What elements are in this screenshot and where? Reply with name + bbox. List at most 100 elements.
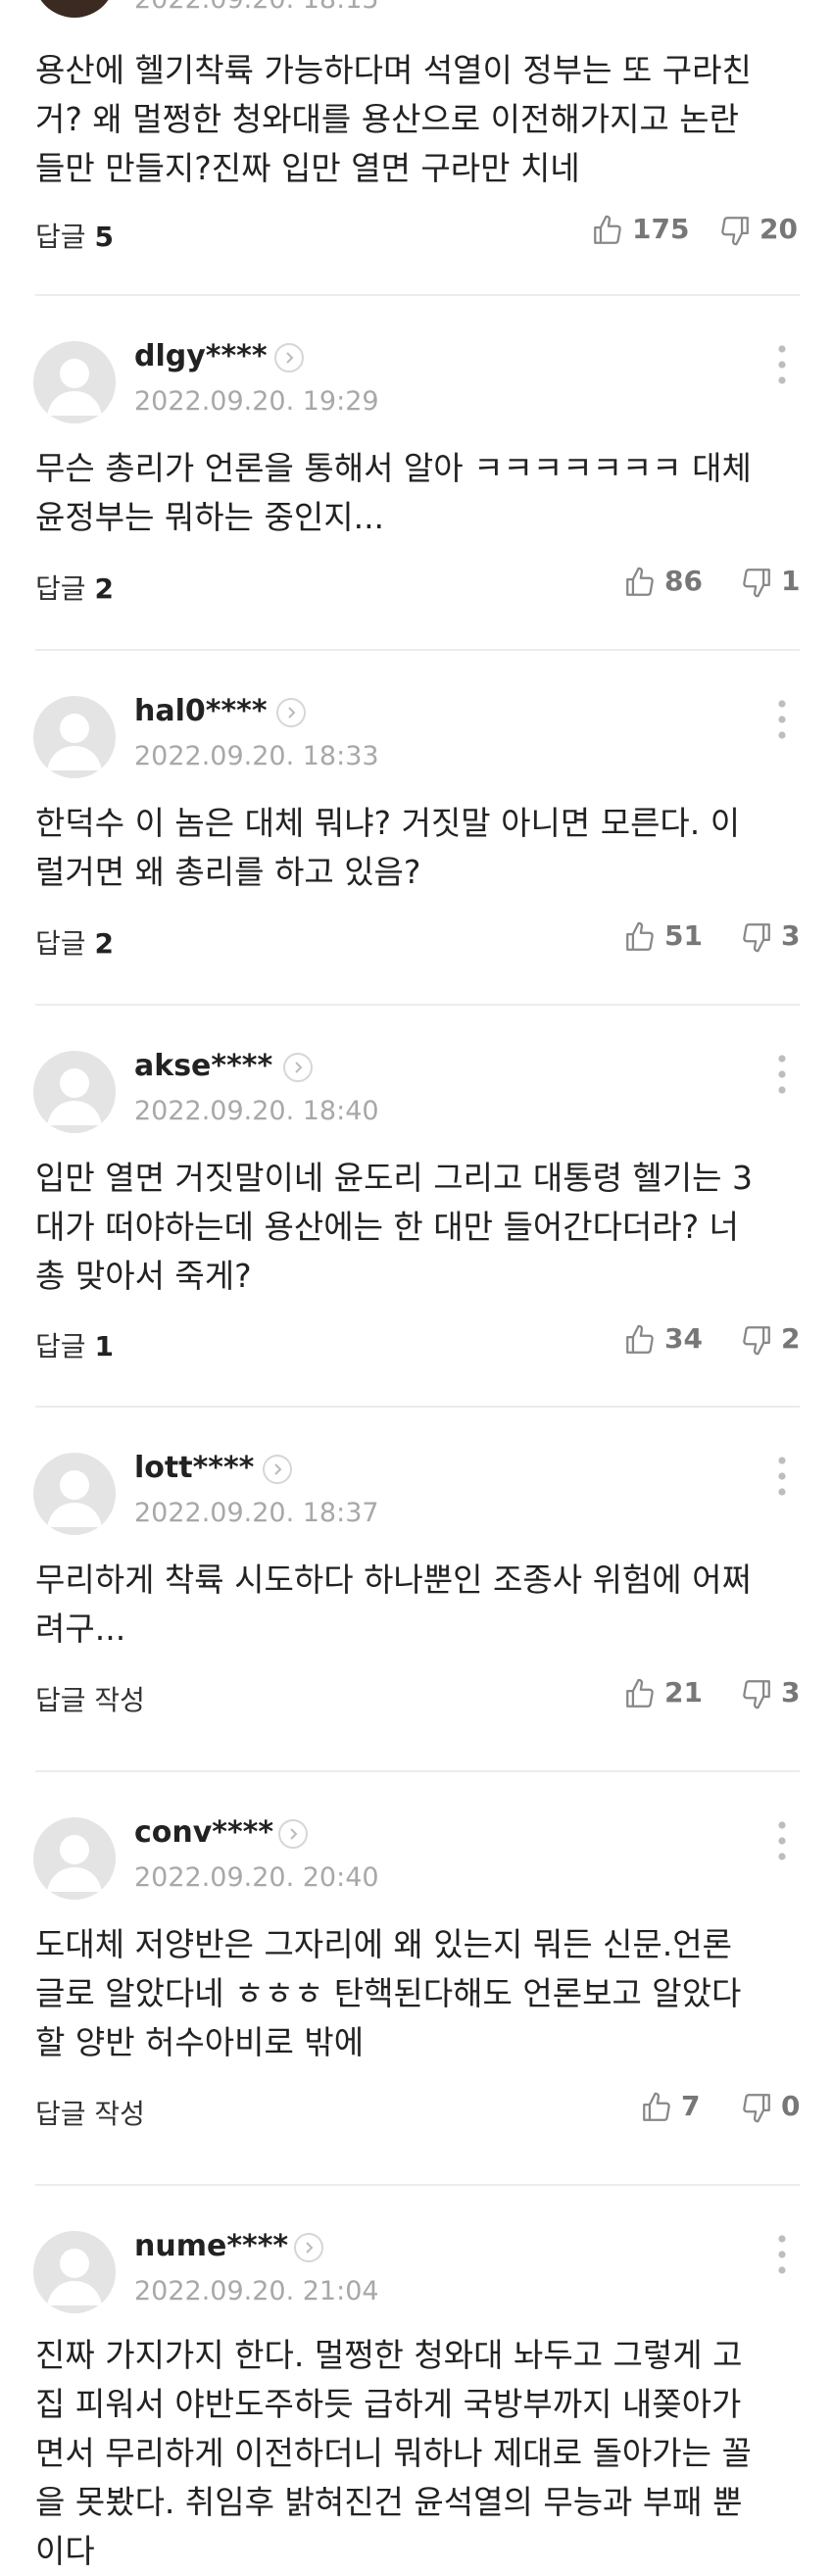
thumbs-down-icon [743,2094,770,2123]
dislike-button[interactable]: 20 [718,213,807,247]
profile-link-button[interactable] [274,343,304,372]
chevron-right-icon [288,707,296,718]
dislike-button[interactable]: 0 [740,2090,800,2124]
dislike-count: 3 [781,1676,801,1709]
like-button[interactable]: 86 [623,565,703,599]
default-avatar-icon [47,2249,102,2305]
comment-text-line: 할 양반 허수아비로 밖에 [35,2023,365,2061]
comment-item: dlgy**** 2022.09.20. 19:29 무슨 총리가 언론을 통해… [0,294,833,649]
comment-text: 무슨 총리가 언론을 통해서 알아 ㅋㅋㅋㅋㅋㅋㅋ 대체 윤정부는 뭐하는 중인… [35,444,790,542]
like-button[interactable]: 34 [623,1322,703,1357]
reply-label: 답글 [35,1330,86,1362]
chevron-right-icon [306,2242,314,2254]
comment-text-line: 용산에 헬기착륙 가능하다며 석열이 정부는 또 구라친 [35,51,752,89]
more-options-button[interactable] [774,1817,790,1866]
thumbs-down-icon [743,1326,770,1356]
avatar[interactable] [33,1817,116,1900]
reply-button[interactable]: 답글 1 [35,1325,114,1364]
comment-text-line: 면서 무리하게 이전하더니 뭐하나 제대로 돌아가는 꼴 [35,2434,752,2472]
thumbs-down-icon [743,1680,770,1709]
comment-text-line: 도대체 저양반은 그자리에 왜 있는지 뭐든 신문.언론 [35,1925,732,1963]
more-options-button[interactable] [774,1051,790,1100]
dislike-button[interactable]: 3 [740,919,800,954]
reply-button[interactable]: 답글 2 [35,568,114,607]
comment-text: 한덕수 이 놈은 대체 뭐냐? 거짓말 아니면 모른다. 이 럴거면 왜 총리를… [35,799,790,897]
like-count: 21 [664,1676,703,1709]
avatar[interactable] [33,1051,116,1133]
like-button[interactable]: 7 [640,2090,709,2124]
thumbs-up-icon [626,567,654,596]
more-options-button[interactable] [774,2231,790,2280]
comment-text-line: 려구... [35,1610,126,1648]
comment-date: 2022.09.20. 18:37 [134,1498,379,1528]
like-count: 175 [632,213,690,245]
more-vertical-icon [778,2235,786,2274]
thumbs-up-icon [626,1678,654,1708]
comment-text-line: 글로 알았다네 ㅎㅎㅎ 탄핵된다해도 언론보고 알았다 [35,1974,742,2012]
avatar[interactable] [33,0,116,18]
like-button[interactable]: 51 [623,919,703,954]
profile-link-button[interactable] [294,2233,323,2262]
profile-link-button[interactable] [276,698,306,727]
comment-text: 무리하게 착륙 시도하다 하나뿐인 조종사 위험에 어쩌 려구... [35,1556,790,1654]
more-options-button[interactable] [774,1453,790,1502]
username[interactable]: hal0**** [134,694,268,728]
avatar[interactable] [33,1453,116,1535]
comment-text-line: 무슨 총리가 언론을 통해서 알아 ㅋㅋㅋㅋㅋㅋㅋ 대체 [35,449,752,487]
default-avatar-icon [47,359,102,416]
more-options-button[interactable] [774,341,790,390]
comment-date: 2022.09.20. 21:04 [134,2276,379,2306]
default-avatar-icon [47,1470,102,1527]
username[interactable]: conv**** [134,1815,273,1850]
comment-text-line: 윤정부는 뭐하는 중인지... [35,498,385,536]
avatar[interactable] [33,696,116,778]
more-options-button[interactable] [774,696,790,745]
more-vertical-icon [778,1055,786,1094]
comment-date: 2022.09.20. 18:40 [134,1096,379,1126]
default-avatar-icon [47,1835,102,1892]
dislike-count: 2 [781,1322,801,1355]
comment-text-line: 진짜 가지가지 한다. 멀쩡한 청와대 놔두고 그렇게 고 [35,2336,743,2374]
comment-text-line: 럴거면 왜 총리를 하고 있음? [35,853,421,891]
reply-label: 답글 [35,572,86,605]
username[interactable]: dlgy**** [134,339,268,373]
dislike-button[interactable]: 3 [740,1676,801,1710]
reply-count: 1 [94,1330,114,1362]
avatar[interactable] [33,341,116,423]
comment-item: akse**** 2022.09.20. 18:40 입만 열면 거짓말이네 윤… [0,1004,833,1406]
comment-date: 2022.09.20. 18:15 [134,0,379,15]
username[interactable]: akse**** [134,1049,272,1083]
comment-item: conv**** 2022.09.20. 20:40 도대체 저양반은 그자리에… [0,1770,833,2184]
comment-date: 2022.09.20. 19:29 [134,386,379,417]
reply-write-button[interactable]: 답글 작성 [35,2093,145,2132]
like-count: 51 [664,919,703,952]
comment-text-line: 무리하게 착륙 시도하다 하나뿐인 조종사 위험에 어쩌 [35,1560,752,1599]
comment-text-line: 입만 열면 거짓말이네 윤도리 그리고 대통령 헬기는 3 [35,1159,753,1197]
like-button[interactable]: 21 [623,1676,703,1710]
profile-link-button[interactable] [283,1053,313,1082]
comment-text: 도대체 저양반은 그자리에 왜 있는지 뭐든 신문.언론 글로 알았다네 ㅎㅎㅎ… [35,1920,790,2067]
dislike-button[interactable]: 1 [740,565,800,599]
dislike-button[interactable]: 2 [740,1322,801,1357]
username[interactable]: nume**** [134,2229,288,2263]
reply-button[interactable]: 답글 2 [35,922,114,962]
avatar[interactable] [33,2231,116,2313]
dislike-count: 20 [760,213,798,245]
more-vertical-icon [778,1457,786,1496]
reply-write-button[interactable]: 답글 작성 [35,1679,145,1718]
profile-link-button[interactable] [278,1819,308,1849]
more-vertical-icon [778,700,786,739]
thumbs-up-icon [626,1324,654,1354]
reply-count: 2 [94,572,114,605]
username[interactable]: lott**** [134,1451,254,1485]
reply-count: 2 [94,927,114,960]
profile-link-button[interactable] [263,1455,292,1484]
reply-button[interactable]: 답글 5 [35,216,114,255]
thumbs-down-icon [743,569,770,598]
reply-label: 답글 [35,927,86,960]
comment-date: 2022.09.20. 18:33 [134,741,379,771]
like-count: 7 [681,2090,701,2122]
like-button[interactable]: 175 [591,213,690,247]
default-avatar-icon [47,1068,102,1125]
like-count: 86 [664,565,703,597]
